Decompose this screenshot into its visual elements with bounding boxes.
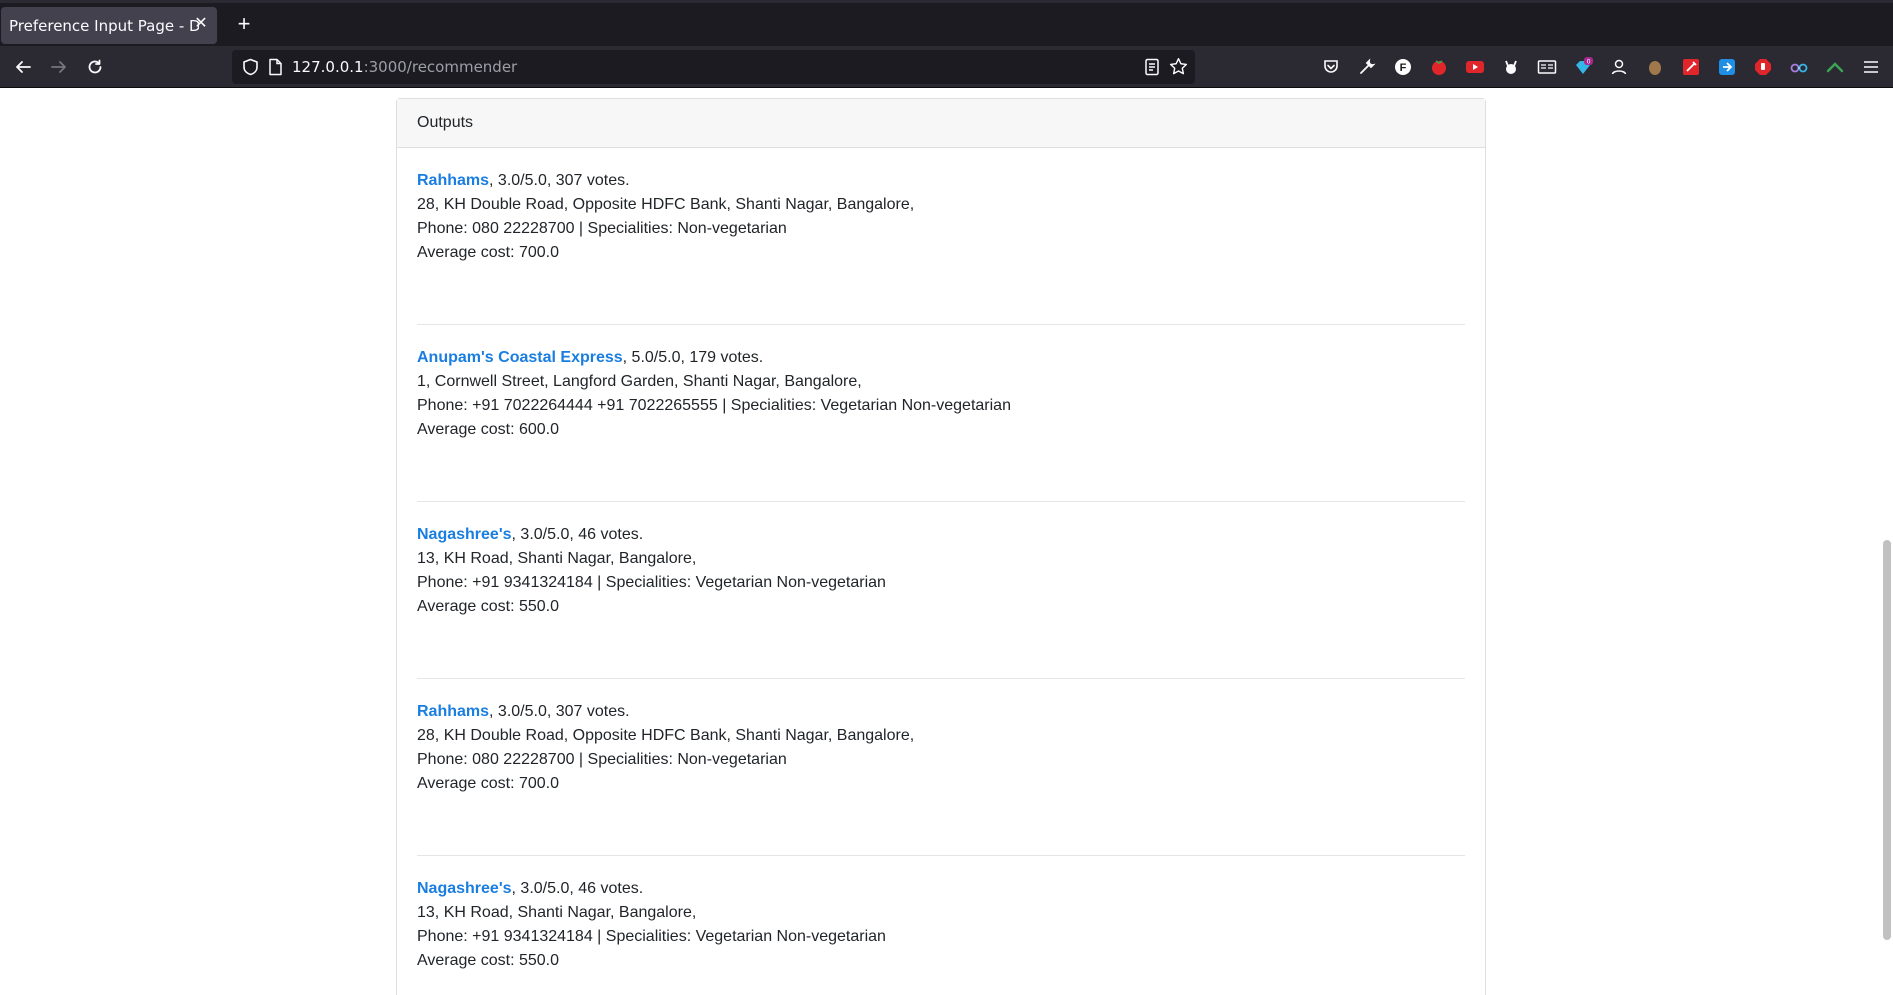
rating-text: , 3.0/5.0, 46 votes. xyxy=(511,880,644,897)
list-item: Rahhams, 3.0/5.0, 307 votes. 28, KH Doub… xyxy=(417,148,1465,325)
reload-icon[interactable] xyxy=(82,54,108,80)
page-icon[interactable] xyxy=(268,58,283,81)
wrench-icon[interactable] xyxy=(1357,57,1377,77)
arrow-left-icon[interactable] xyxy=(10,54,36,80)
address-text: 28, KH Double Road, Opposite HDFC Bank, … xyxy=(417,727,915,744)
average-cost-text: Average cost: 550.0 xyxy=(417,952,560,969)
stop-extension-icon[interactable] xyxy=(1753,57,1773,77)
address-text: 13, KH Road, Shanti Nagar, Bangalore, xyxy=(417,904,697,921)
restaurant-link[interactable]: Rahhams xyxy=(417,172,489,189)
reader-extension-icon[interactable] xyxy=(1537,57,1557,77)
average-cost-text: Average cost: 700.0 xyxy=(417,244,560,261)
phone-specialities-text: Phone: +91 9341324184 | Specialities: Ve… xyxy=(417,574,886,591)
phone-specialities-text: Phone: +91 7022264444 +91 7022265555 | S… xyxy=(417,397,1011,414)
rating-text: , 3.0/5.0, 46 votes. xyxy=(511,526,644,543)
tomato-icon[interactable] xyxy=(1429,57,1449,77)
phone-specialities-text: Phone: +91 9341324184 | Specialities: Ve… xyxy=(417,928,886,945)
share-extension-icon[interactable] xyxy=(1717,57,1737,77)
rating-text: , 5.0/5.0, 179 votes. xyxy=(622,349,764,366)
average-cost-text: Average cost: 700.0 xyxy=(417,775,560,792)
tab-title: Preference Input Page - DWDM xyxy=(9,16,199,35)
profile-extension-icon[interactable] xyxy=(1609,57,1629,77)
reader-view-icon[interactable] xyxy=(1144,58,1160,81)
list-item: Rahhams, 3.0/5.0, 307 votes. 28, KH Doub… xyxy=(417,679,1465,856)
f-extension-icon[interactable]: F xyxy=(1393,57,1413,77)
restaurant-link[interactable]: Rahhams xyxy=(417,703,489,720)
address-text: 1, Cornwell Street, Langford Garden, Sha… xyxy=(417,373,862,390)
restaurant-link[interactable]: Nagashree's xyxy=(417,526,512,543)
rating-text: , 3.0/5.0, 307 votes. xyxy=(489,703,630,720)
tab-active[interactable]: Preference Input Page - DWDM ✕ xyxy=(1,7,217,44)
rating-text: , 3.0/5.0, 307 votes. xyxy=(489,172,630,189)
devil-icon[interactable] xyxy=(1501,57,1521,77)
shield-icon[interactable] xyxy=(242,58,259,81)
list-item: Nagashree's, 3.0/5.0, 46 votes. 13, KH R… xyxy=(417,856,1465,995)
card-header: Outputs xyxy=(397,99,1485,148)
star-icon[interactable] xyxy=(1169,57,1188,81)
outputs-card: Outputs Rahhams, 3.0/5.0, 307 votes. 28,… xyxy=(396,98,1486,995)
page-content: Outputs Rahhams, 3.0/5.0, 307 votes. 28,… xyxy=(0,88,1893,995)
hand-extension-icon[interactable] xyxy=(1645,57,1665,77)
new-tab-icon[interactable]: + xyxy=(232,13,256,37)
url-bar[interactable]: 127.0.0.1:3000/recommender xyxy=(232,50,1195,84)
url-text[interactable]: 127.0.0.1:3000/recommender xyxy=(292,58,517,76)
leaf-extension-icon[interactable] xyxy=(1825,57,1845,77)
close-icon[interactable]: ✕ xyxy=(191,14,211,34)
badge-extension-icon[interactable]: 0 xyxy=(1573,57,1593,77)
svg-text:F: F xyxy=(1400,62,1407,74)
average-cost-text: Average cost: 550.0 xyxy=(417,598,560,615)
phone-specialities-text: Phone: 080 22228700 | Specialities: Non-… xyxy=(417,220,787,237)
address-text: 28, KH Double Road, Opposite HDFC Bank, … xyxy=(417,196,915,213)
average-cost-text: Average cost: 600.0 xyxy=(417,421,560,438)
video-extension-icon[interactable] xyxy=(1465,57,1485,77)
restaurant-link[interactable]: Nagashree's xyxy=(417,880,512,897)
list-item: Anupam's Coastal Express, 5.0/5.0, 179 v… xyxy=(417,325,1465,502)
arrow-right-icon[interactable] xyxy=(46,54,72,80)
address-text: 13, KH Road, Shanti Nagar, Bangalore, xyxy=(417,550,697,567)
svg-text:0: 0 xyxy=(1587,59,1591,66)
phone-specialities-text: Phone: 080 22228700 | Specialities: Non-… xyxy=(417,751,787,768)
restaurant-link[interactable]: Anupam's Coastal Express xyxy=(417,349,623,366)
results-list: Rahhams, 3.0/5.0, 307 votes. 28, KH Doub… xyxy=(397,148,1485,995)
tool-extension-icon[interactable] xyxy=(1681,57,1701,77)
list-item: Nagashree's, 3.0/5.0, 46 votes. 13, KH R… xyxy=(417,502,1465,679)
pocket-icon[interactable] xyxy=(1321,57,1341,77)
glasses-extension-icon[interactable] xyxy=(1789,57,1809,77)
tab-bar: Preference Input Page - DWDM ✕ + xyxy=(0,0,1893,46)
navigation-bar: 127.0.0.1:3000/recommender F 0 xyxy=(0,46,1893,88)
scrollbar-thumb[interactable] xyxy=(1883,540,1891,940)
hamburger-icon[interactable] xyxy=(1861,57,1881,77)
